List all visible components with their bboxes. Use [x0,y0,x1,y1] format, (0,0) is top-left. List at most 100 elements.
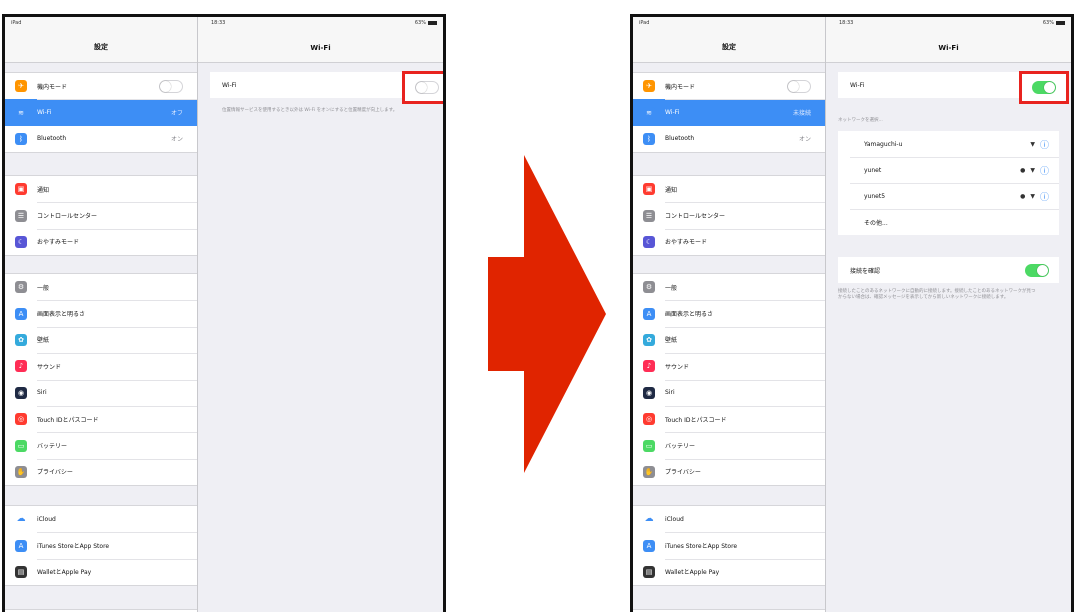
lock-icon: ● [1020,192,1026,200]
sidebar-item-icloud[interactable]: ☁ iCloud [5,506,197,532]
lock-icon: ● [1020,166,1026,174]
other-network-row[interactable]: その他... [838,209,1059,235]
siri-icon: ◉ [15,386,27,399]
network-row[interactable]: yunet5 ● ▼ ⓘ [838,183,1059,209]
airplane-mode-toggle[interactable] [159,79,183,93]
info-icon[interactable]: ⓘ [1040,138,1049,151]
sidebar-item-label: サウンド [37,363,62,371]
sidebar-item-notifications[interactable]: ▣ 通知 [5,176,197,202]
sidebar-item-label: サウンド [665,363,690,371]
network-icons: ● ▼ ⓘ [1015,164,1049,177]
device-label: iPad [11,20,22,26]
battery-percent: 63% [414,20,426,26]
airplane-mode-toggle[interactable] [787,79,811,93]
sidebar-item-itunes-app-store[interactable]: A iTunes StoreとApp Store [5,532,197,558]
status-bar: iPad 18:33 63% [5,17,443,29]
toggle-knob [416,82,427,93]
sidebar-item-display-brightness[interactable]: A 画面表示と明るさ [633,300,825,326]
sidebar-item-label: 通知 [37,186,50,194]
sidebar-group-general: ⚙ 一般 A 画面表示と明るさ ✿ 壁紙 ♪ サウンド ◉ Siri ◎ Tou… [633,273,825,487]
app-store-icon: A [15,539,27,552]
sidebar-item-siri[interactable]: ◉ Siri [5,379,197,406]
sidebar-item-sounds[interactable]: ♪ サウンド [633,353,825,379]
ask-to-join-label: 接続を確認 [850,267,881,275]
wallpaper-icon: ✿ [15,333,27,346]
sidebar-item-wallet[interactable]: ▤ WalletとApple Pay [633,558,825,585]
sidebar-item-battery[interactable]: ▭ バッテリー [633,432,825,458]
sidebar-item-display-brightness[interactable]: A 画面表示と明るさ [5,300,197,326]
info-icon[interactable]: ⓘ [1040,190,1049,203]
sidebar-item-wallpaper[interactable]: ✿ 壁紙 [5,326,197,353]
sidebar-item-control-center[interactable]: ☰ コントロールセンター [5,202,197,228]
ask-to-join-toggle[interactable] [1025,263,1049,277]
network-icons: ● ▼ ⓘ [1015,190,1049,203]
display-icon: A [643,307,655,320]
sidebar-group-connectivity: ✈ 機内モード ≋ Wi-Fi オフ ᛒ Bluetooth オン [5,72,197,154]
sidebar-item-airplane-mode[interactable]: ✈ 機内モード [5,73,197,99]
sidebar-item-label: iCloud [37,515,56,523]
sidebar-item-privacy[interactable]: ✋ プライバシー [5,458,197,485]
wifi-toggle[interactable] [415,81,439,94]
app-store-icon: A [643,539,655,552]
sidebar-item-privacy[interactable]: ✋ プライバシー [633,458,825,485]
sidebar-item-label: Wi-Fi [37,109,52,117]
sidebar-item-bluetooth[interactable]: ᛒ Bluetooth オン [5,126,197,152]
sidebar-item-airplane-mode[interactable]: ✈ 機内モード [633,73,825,99]
info-icon[interactable]: ⓘ [1040,164,1049,177]
sidebar-item-touch-id[interactable]: ◎ Touch IDとパスコード [5,405,197,432]
network-name: yunet [864,166,882,174]
wifi-toggle-section: Wi-Fi [210,72,431,98]
sidebar-item-label: Touch IDとパスコード [665,416,727,424]
sidebar-item-wallet[interactable]: ▤ WalletとApple Pay [5,558,197,585]
bluetooth-icon: ᛒ [15,132,27,145]
sidebar-item-label: 一般 [37,284,50,292]
sidebar-group-notifications: ▣ 通知 ☰ コントロールセンター ☾ おやすみモード [5,175,197,257]
ipad-screen-after: iPad 18:33 63% 設定 ✈ 機内モード ≋ Wi-Fi 未接続 ᛒ … [630,14,1074,612]
wifi-signal-icon: ▼ [1030,192,1035,200]
sidebar-item-icloud[interactable]: ☁ iCloud [633,506,825,532]
wifi-signal-icon: ▼ [1030,166,1035,174]
sidebar-item-bluetooth[interactable]: ᛒ Bluetooth オン [633,126,825,152]
sidebar-item-notifications[interactable]: ▣ 通知 [633,176,825,202]
airplane-icon: ✈ [643,80,655,93]
sidebar-item-touch-id[interactable]: ◎ Touch IDとパスコード [633,405,825,432]
sidebar-item-general[interactable]: ⚙ 一般 [633,274,825,300]
gear-icon: ⚙ [643,281,655,294]
wifi-detail-pane: Wi-Fi Wi-Fi ネットワークを選択... Yamaguchi-u ▼ ⓘ… [826,17,1071,612]
sidebar-item-label: 機内モード [37,83,68,91]
sidebar-item-do-not-disturb[interactable]: ☾ おやすみモード [633,228,825,255]
sidebar-item-label: おやすみモード [37,239,80,247]
gear-icon: ⚙ [15,281,27,294]
sidebar-item-control-center[interactable]: ☰ コントロールセンター [633,202,825,228]
sidebar-title: 設定 [722,43,736,51]
sidebar-item-general[interactable]: ⚙ 一般 [5,274,197,300]
sidebar-item-wallpaper[interactable]: ✿ 壁紙 [633,326,825,353]
wifi-signal-icon: ▼ [1030,140,1035,148]
sidebar-item-label: Bluetooth [665,135,695,143]
sidebar-item-label: おやすみモード [665,239,708,247]
sidebar-item-label: バッテリー [37,443,68,451]
wifi-toggle-highlight [1019,71,1069,104]
wifi-toggle[interactable] [1032,81,1056,94]
sidebar-group-connectivity: ✈ 機内モード ≋ Wi-Fi 未接続 ᛒ Bluetooth オン [633,72,825,154]
network-row[interactable]: yunet ● ▼ ⓘ [838,157,1059,183]
toggle-knob [1044,82,1055,93]
hand-icon: ✋ [15,465,27,478]
sidebar-item-label: iTunes StoreとApp Store [37,543,110,551]
sidebar-item-itunes-app-store[interactable]: A iTunes StoreとApp Store [633,532,825,558]
wifi-off-note: 位置情報サービスを使用するとき以外は Wi-Fi をオンにすると位置精度が向上し… [222,108,398,113]
sidebar-item-battery[interactable]: ▭ バッテリー [5,432,197,458]
sidebar-item-wifi[interactable]: ≋ Wi-Fi 未接続 [633,99,825,126]
wifi-toggle-highlight [402,71,443,104]
sidebar-item-wifi[interactable]: ≋ Wi-Fi オフ [5,99,197,126]
wifi-icon: ≋ [643,106,655,119]
sidebar-group-notifications: ▣ 通知 ☰ コントロールセンター ☾ おやすみモード [633,175,825,257]
sidebar-item-siri[interactable]: ◉ Siri [633,379,825,406]
sidebar-item-label: プライバシー [665,469,701,477]
sidebar-item-do-not-disturb[interactable]: ☾ おやすみモード [5,228,197,255]
network-row[interactable]: Yamaguchi-u ▼ ⓘ [838,131,1059,157]
sidebar-item-sounds[interactable]: ♪ サウンド [5,353,197,379]
siri-icon: ◉ [643,386,655,399]
wallet-icon: ▤ [643,565,655,578]
ask-to-join-section: 接続を確認 [838,257,1059,283]
